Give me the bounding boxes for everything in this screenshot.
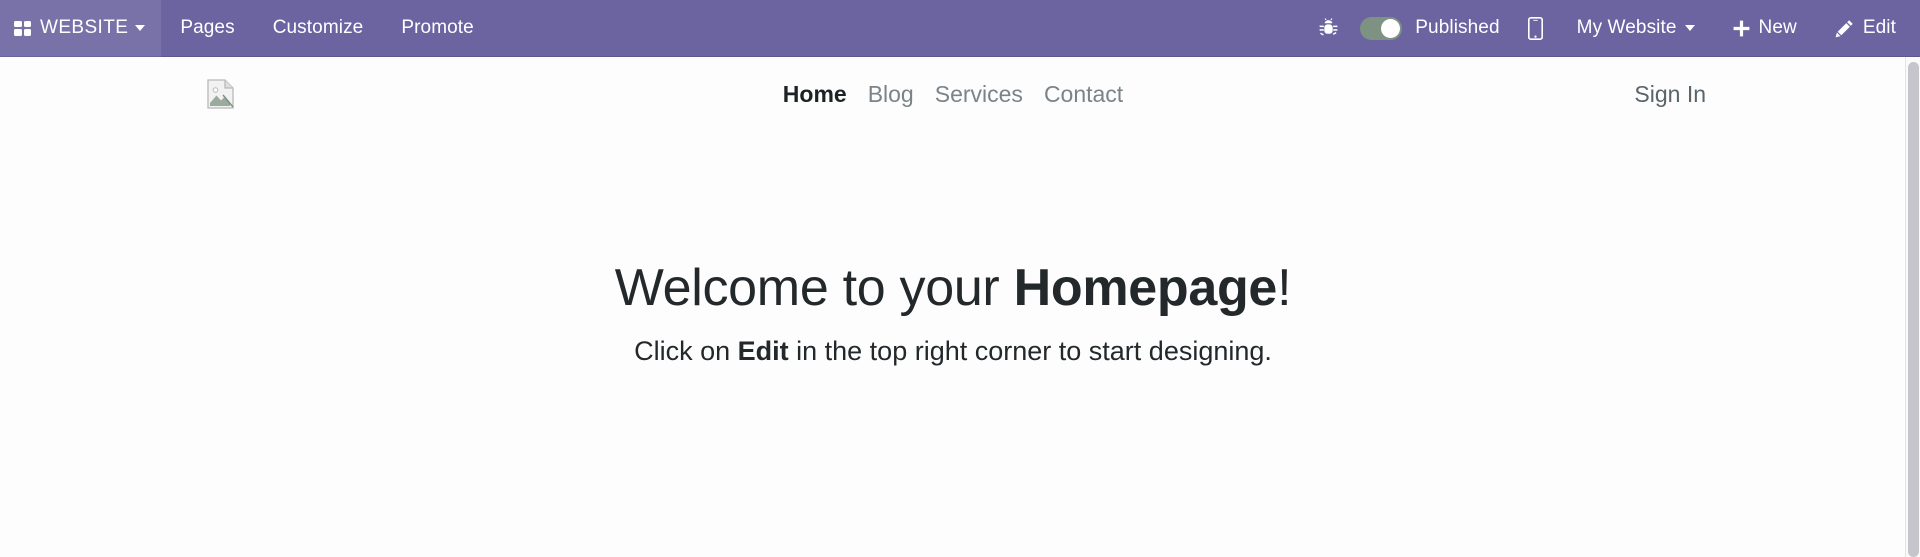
account-menu-label: My Website [1576, 17, 1677, 38]
nav-link-home[interactable]: Home [783, 81, 847, 108]
debug-button[interactable] [1306, 0, 1350, 57]
admin-menu-promote[interactable]: Promote [382, 0, 493, 57]
hero-title: Welcome to your Homepage! [0, 259, 1906, 319]
bug-icon [1319, 18, 1338, 36]
publish-toggle-label: Published [1415, 17, 1500, 38]
hero-sub-prefix: Click on [634, 335, 738, 366]
hero-sub-strong: Edit [737, 335, 789, 366]
website-app-menu-label: WEBSITE [40, 17, 129, 38]
mobile-preview-button[interactable] [1514, 0, 1558, 57]
site-header: Home Blog Services Contact Sign In [0, 57, 1906, 131]
publish-switch-track[interactable] [1360, 16, 1403, 40]
hero-section: Welcome to your Homepage! Click on Edit … [0, 259, 1906, 367]
vertical-scrollbar[interactable] [1905, 57, 1920, 557]
nav-link-blog[interactable]: Blog [868, 81, 914, 108]
chevron-down-icon [135, 25, 146, 31]
edit-button[interactable]: Edit [1816, 0, 1920, 57]
hero-sub-suffix: in the top right corner to start designi… [788, 335, 1272, 366]
grid-apps-icon [14, 20, 31, 36]
account-menu[interactable]: My Website [1558, 0, 1714, 57]
publish-switch-knob [1381, 18, 1401, 38]
website-app-menu[interactable]: WEBSITE [0, 0, 162, 57]
nav-link-services[interactable]: Services [935, 81, 1023, 108]
admin-menu-pages-label: Pages [180, 17, 235, 38]
admin-menu-promote-label: Promote [401, 17, 474, 38]
new-button-label: New [1758, 17, 1797, 38]
scrollbar-thumb[interactable] [1908, 62, 1919, 557]
hero-subtitle: Click on Edit in the top right corner to… [0, 336, 1906, 367]
admin-menu-customize[interactable]: Customize [254, 0, 383, 57]
admin-menu-pages[interactable]: Pages [161, 0, 253, 57]
admin-bar-left-group: WEBSITE Pages Customize Promote [0, 0, 493, 57]
site-logo[interactable] [207, 79, 235, 109]
hero-title-strong: Homepage [1013, 259, 1278, 317]
publish-toggle[interactable]: Published [1350, 0, 1513, 57]
admin-top-bar: WEBSITE Pages Customize Promote Publishe… [0, 0, 1920, 57]
edit-button-label: Edit [1862, 17, 1896, 38]
pencil-icon [1835, 19, 1854, 38]
admin-bar-right-group: Published My Website New Edit [1306, 0, 1920, 57]
nav-link-contact[interactable]: Contact [1044, 81, 1123, 108]
mobile-phone-icon [1528, 16, 1544, 40]
plus-icon [1733, 20, 1750, 37]
admin-menu-customize-label: Customize [272, 17, 364, 38]
sign-in-link[interactable]: Sign In [1634, 81, 1862, 108]
new-button[interactable]: New [1714, 0, 1816, 57]
hero-title-prefix: Welcome to your [614, 259, 1014, 317]
site-navigation: Home Blog Services Contact [0, 81, 1906, 108]
chevron-down-icon [1684, 25, 1695, 31]
hero-title-suffix: ! [1277, 259, 1292, 317]
broken-image-icon [207, 79, 234, 109]
website-preview: Home Blog Services Contact Sign In Welco… [0, 57, 1906, 557]
